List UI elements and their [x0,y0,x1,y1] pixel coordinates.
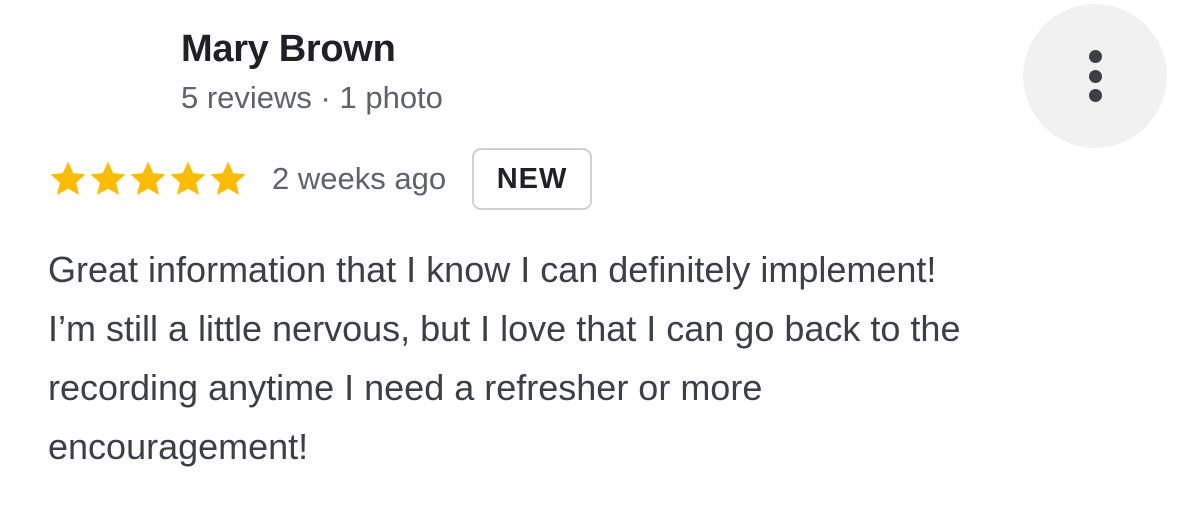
more-vertical-icon-dot-top [1089,50,1102,63]
star-icon [210,161,246,195]
star-icon [170,161,206,195]
star-icon [90,161,126,195]
more-options-button[interactable] [1023,4,1167,148]
star-icon [50,161,86,195]
new-badge: NEW [472,148,593,210]
review-text-line: I’m still a little nervous, but I love t… [48,308,961,349]
review-card: Mary Brown 5 reviews · 1 photo 2 weeks a… [0,0,1179,512]
more-vertical-icon-dot-middle [1089,70,1102,83]
review-text: Great information that I know I can defi… [48,240,1158,476]
review-text-line: recording anytime I need a refresher or … [48,367,763,408]
review-text-line: encouragement! [48,426,309,467]
reviewer-name[interactable]: Mary Brown [181,28,396,71]
star-rating [48,159,248,199]
review-text-line: Great information that I know I can defi… [48,249,937,290]
reviewer-meta: 5 reviews · 1 photo [181,80,443,115]
review-time: 2 weeks ago [272,161,447,196]
rating-row: 2 weeks ago NEW [48,146,593,212]
star-icon [130,161,166,195]
more-vertical-icon-dot-bottom [1089,89,1102,102]
